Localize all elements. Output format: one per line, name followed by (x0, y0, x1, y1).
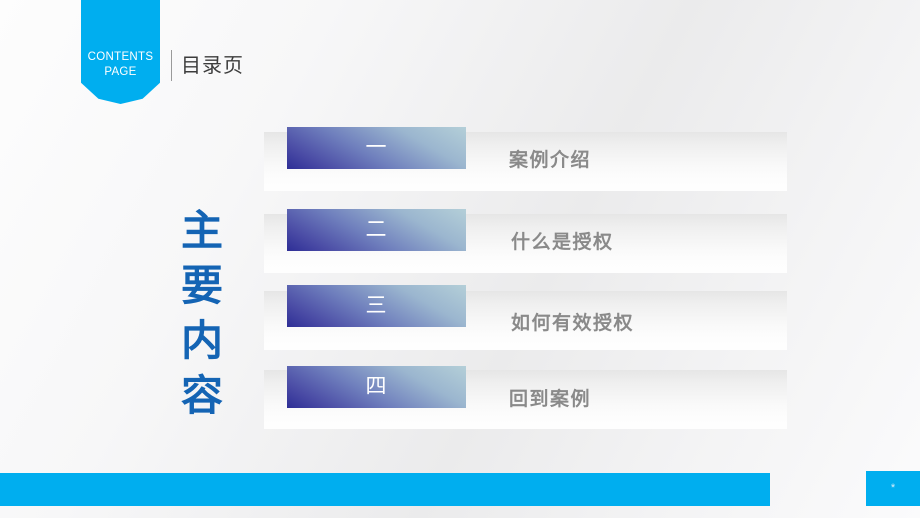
contents-number-plate-4[interactable]: 四 (287, 366, 466, 408)
footer-page-number-box: * (866, 471, 920, 506)
ribbon-label-line1: CONTENTS (87, 51, 154, 63)
vertical-title-char-3: 内 (180, 317, 223, 364)
header-divider (171, 50, 172, 81)
contents-item-label-4[interactable]: 回到案例 (509, 387, 591, 413)
contents-item-label-2[interactable]: 什么是授权 (511, 230, 614, 256)
contents-item-label-1[interactable]: 案例介绍 (509, 148, 591, 174)
vertical-title-char-1: 主 (180, 207, 223, 254)
vertical-title-char-4: 容 (180, 372, 223, 419)
vertical-title-char-2: 要 (180, 262, 223, 309)
contents-number-plate-1[interactable]: 一 (287, 127, 466, 169)
footer-accent-bar (0, 473, 770, 506)
contents-ribbon-banner: CONTENTS PAGE (81, 0, 160, 104)
page-number-text: * (890, 482, 896, 494)
contents-item-label-3[interactable]: 如何有效授权 (511, 311, 634, 337)
page-title: 目录页 (181, 55, 244, 77)
slide-canvas: CONTENTS PAGE 目录页 主 要 内 容 一 二 三 四 案例介绍 什… (0, 0, 920, 518)
section-vertical-title: 主 要 内 容 (174, 203, 230, 423)
contents-number-plate-3[interactable]: 三 (287, 285, 466, 327)
contents-number-plate-2[interactable]: 二 (287, 209, 466, 251)
ribbon-text-block: CONTENTS PAGE (81, 50, 160, 80)
ribbon-label-line2: PAGE (104, 66, 137, 78)
